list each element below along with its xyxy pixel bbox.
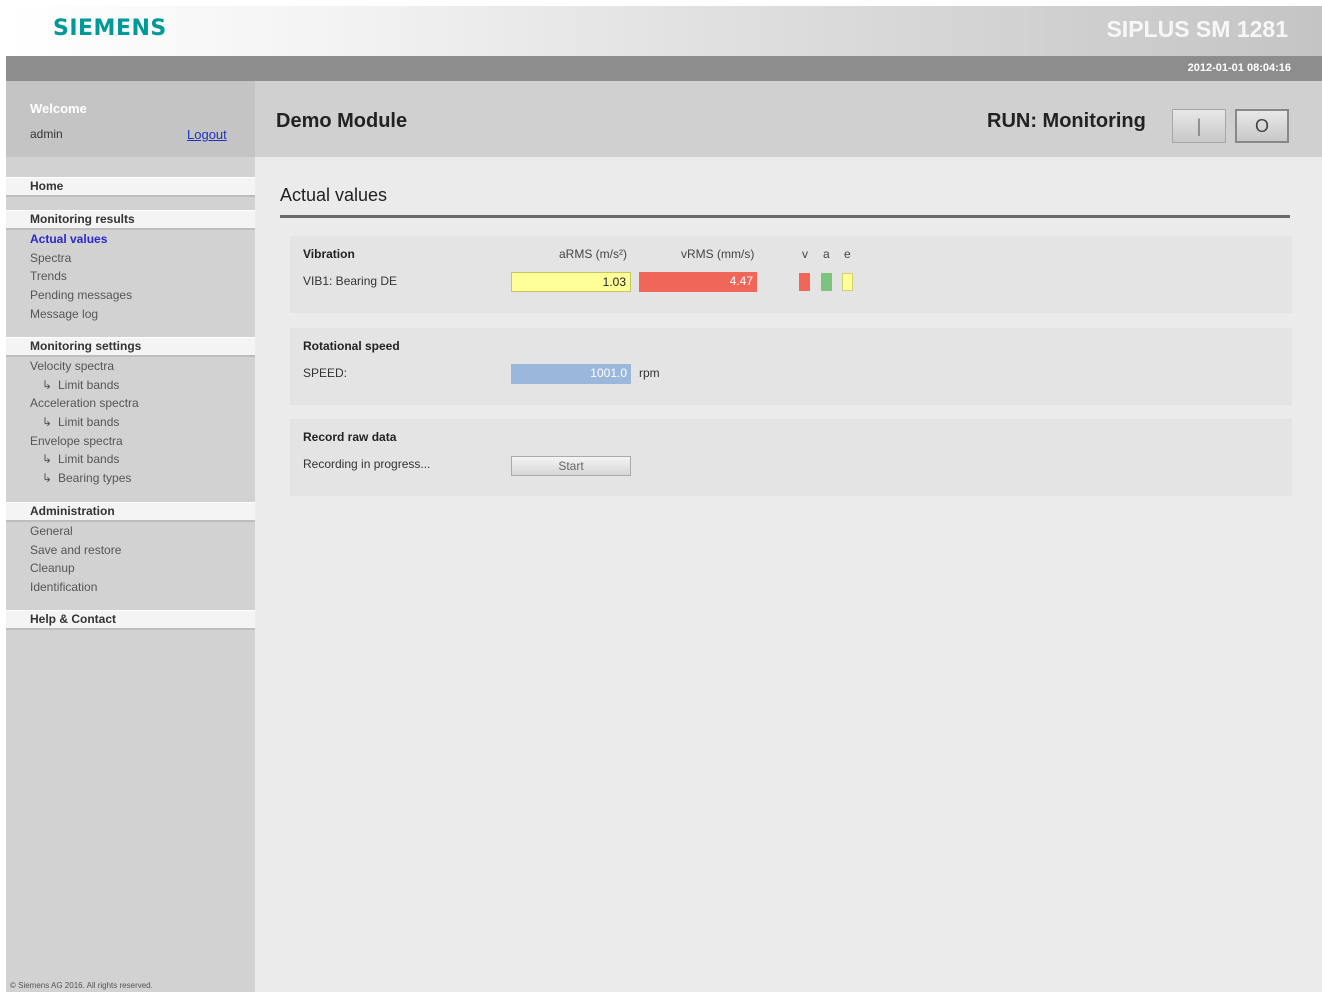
v-status-indicator (799, 273, 810, 291)
nav-section-administration[interactable]: Administration (6, 502, 255, 522)
run-start-button[interactable]: | (1172, 109, 1226, 143)
module-header: Demo Module RUN: Monitoring | O (255, 81, 1322, 157)
vibration-panel: Vibration aRMS (m/s²) vRMS (mm/s) v a e … (290, 236, 1292, 313)
record-title: Record raw data (303, 430, 397, 444)
sidebar-item-bearing-types[interactable]: ↳ Bearing types (6, 469, 255, 488)
speed-unit: rpm (639, 366, 660, 380)
top-banner: SIEMENS SIPLUS SM 1281 (6, 6, 1322, 56)
e-status-indicator (842, 273, 853, 291)
brand-logo: SIEMENS (53, 16, 167, 41)
vrms-value: 4.47 (639, 272, 757, 292)
datetime-display: 2012-01-01 08:04:16 (1187, 62, 1291, 74)
logout-link[interactable]: Logout (187, 127, 227, 142)
sidebar-item-label: Bearing types (58, 471, 132, 486)
speed-label: SPEED: (303, 366, 348, 380)
sidebar-item-envelope-limit-bands[interactable]: ↳ Limit bands (6, 450, 255, 469)
start-recording-button[interactable]: Start (511, 456, 631, 476)
a-status-indicator (821, 273, 832, 291)
user-name: admin (30, 127, 63, 141)
vrms-column-header: vRMS (mm/s) (681, 247, 755, 261)
nav-section-help-contact[interactable]: Help & Contact (6, 610, 255, 630)
speed-panel: Rotational speed SPEED: 1001.0 rpm (290, 328, 1292, 405)
run-status: RUN: Monitoring (987, 110, 1146, 132)
page-title: Actual values (280, 185, 388, 205)
sidebar-item-acceleration-limit-bands[interactable]: ↳ Limit bands (6, 413, 255, 432)
vibration-title: Vibration (303, 247, 355, 261)
sidebar-item-label: Limit bands (58, 377, 120, 392)
sub-arrow-icon: ↳ (42, 452, 53, 467)
sidebar-item-actual-values[interactable]: Actual values (6, 230, 255, 249)
sidebar-item-label: Limit bands (58, 415, 120, 430)
speed-value: 1001.0 (511, 364, 631, 384)
v-column-header: v (802, 247, 808, 261)
sidebar-item-label: Limit bands (58, 452, 120, 467)
sidebar-item-envelope-spectra[interactable]: Envelope spectra (6, 432, 255, 451)
module-title: Demo Module (276, 110, 408, 132)
sidebar-item-pending-messages[interactable]: Pending messages (6, 286, 255, 305)
vibration-channel-label: VIB1: Bearing DE (303, 274, 398, 288)
run-stop-button[interactable]: O (1235, 109, 1289, 143)
nav-section-home[interactable]: Home (6, 177, 255, 197)
product-name: SIPLUS SM 1281 (1106, 16, 1288, 42)
copyright-notice: © Siemens AG 2016. All rights reserved. (10, 981, 153, 990)
arms-column-header: aRMS (m/s²) (559, 247, 627, 261)
sidebar-item-message-log[interactable]: Message log (6, 305, 255, 324)
sidebar-item-spectra[interactable]: Spectra (6, 249, 255, 268)
nav-section-monitoring-settings[interactable]: Monitoring settings (6, 337, 255, 357)
record-status: Recording in progress... (303, 457, 431, 471)
sidebar-item-general[interactable]: General (6, 522, 255, 541)
sidebar-item-trends[interactable]: Trends (6, 267, 255, 286)
arms-value: 1.03 (511, 272, 631, 292)
main-content: Demo Module RUN: Monitoring | O Actual v… (255, 81, 1322, 992)
status-bar: 2012-01-01 08:04:16 (6, 56, 1322, 81)
sub-arrow-icon: ↳ (42, 377, 53, 392)
sidebar-item-identification[interactable]: Identification (6, 578, 255, 597)
nav-section-monitoring-results[interactable]: Monitoring results (6, 210, 255, 230)
welcome-label: Welcome (30, 101, 87, 116)
sidebar-item-velocity-limit-bands[interactable]: ↳ Limit bands (6, 376, 255, 395)
sidebar-item-cleanup[interactable]: Cleanup (6, 559, 255, 578)
a-column-header: a (823, 247, 830, 261)
sidebar-item-save-restore[interactable]: Save and restore (6, 541, 255, 560)
sidebar-item-velocity-spectra[interactable]: Velocity spectra (6, 357, 255, 376)
sidebar: Welcome admin Logout Home Monitoring res… (6, 81, 255, 992)
record-panel: Record raw data Recording in progress...… (290, 419, 1292, 496)
welcome-box: Welcome admin Logout (6, 81, 255, 157)
sidebar-item-acceleration-spectra[interactable]: Acceleration spectra (6, 394, 255, 413)
e-column-header: e (844, 247, 851, 261)
sub-arrow-icon: ↳ (42, 471, 53, 486)
title-divider (280, 215, 1290, 218)
speed-title: Rotational speed (303, 339, 400, 353)
sub-arrow-icon: ↳ (42, 415, 53, 430)
